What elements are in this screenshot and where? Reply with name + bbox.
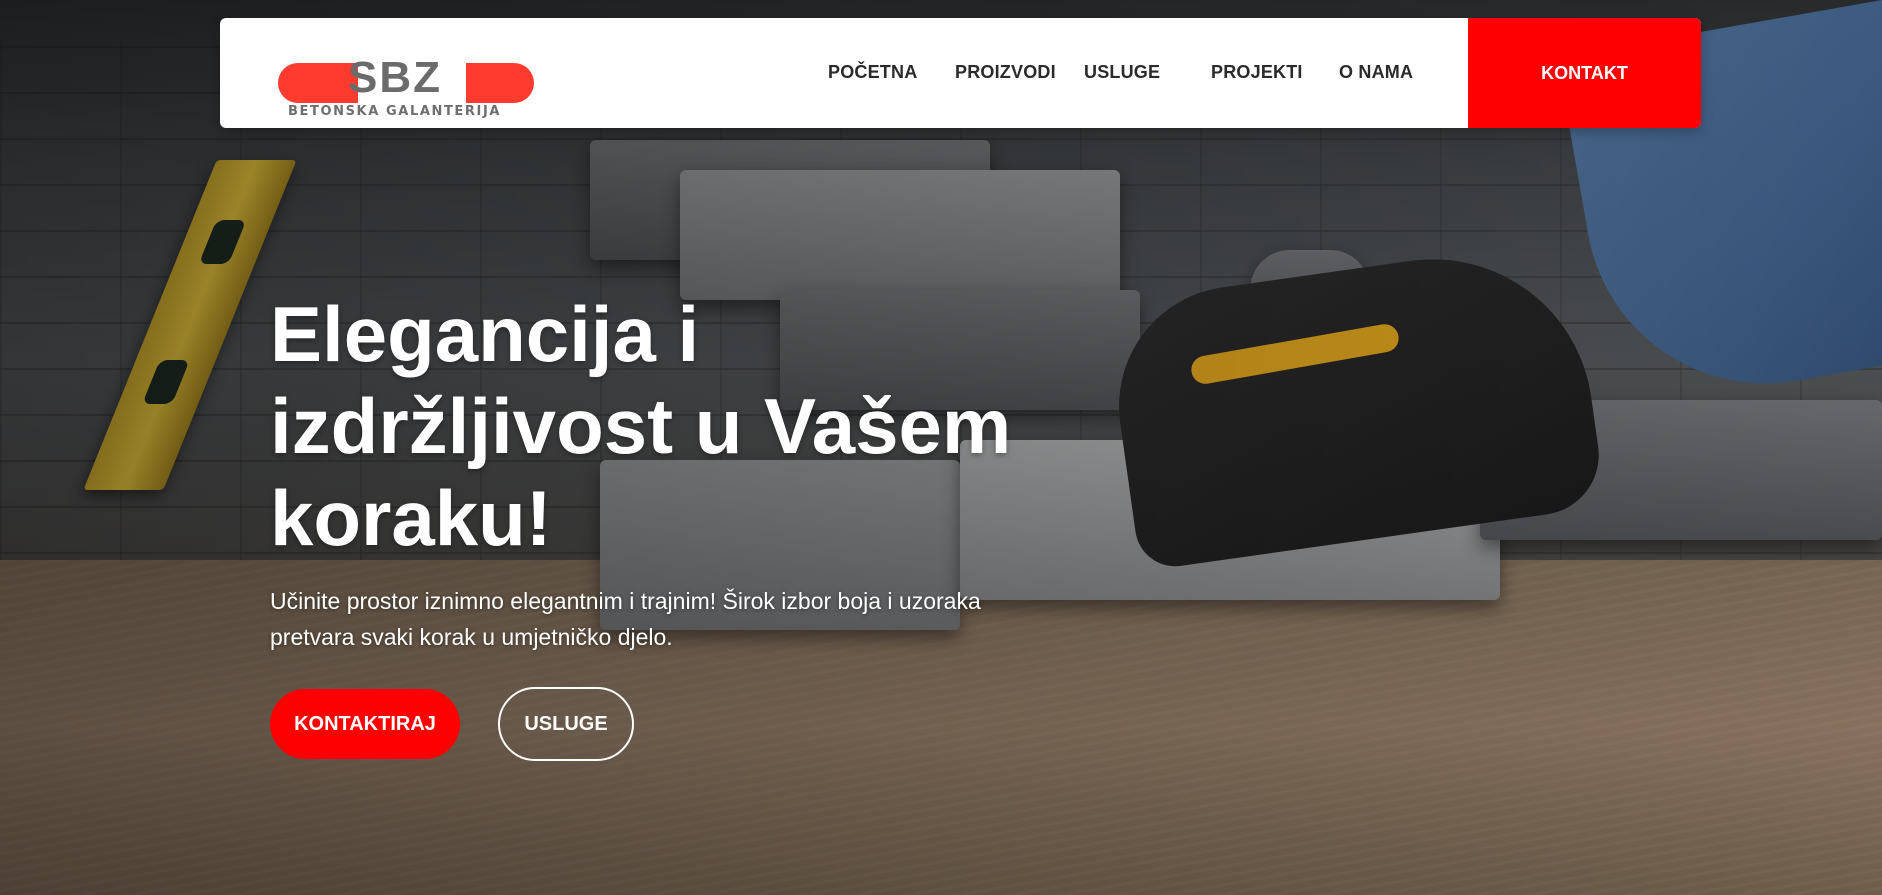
nav-item-projekti[interactable]: PROJEKTI xyxy=(1211,62,1303,83)
logo-subtitle: BETONSKA GALANTERIJA xyxy=(288,104,502,119)
hero-title-line: izdržljivost u Vašem xyxy=(270,382,1012,470)
nav-item-usluge[interactable]: USLUGE xyxy=(1084,62,1160,83)
logo[interactable]: SBZ BETONSKA GALANTERIJA xyxy=(278,40,534,119)
contact-button[interactable]: KONTAKT xyxy=(1468,18,1701,128)
logo-shape xyxy=(466,63,534,103)
hero-title: Elegancija i izdržljivost u Vašem koraku… xyxy=(270,288,1090,564)
hero-title-line: Elegancija i xyxy=(270,290,700,378)
contact-cta-button[interactable]: KONTAKTIRAJ xyxy=(270,689,460,759)
services-cta-button[interactable]: USLUGE xyxy=(498,687,634,761)
site-header: SBZ BETONSKA GALANTERIJA POČETNA PROIZVO… xyxy=(220,18,1701,128)
hero-title-line: koraku! xyxy=(270,474,552,562)
hero-description-line: pretvara svaki korak u umjetničko djelo. xyxy=(270,624,673,650)
hero-description: Učinite prostor iznimno elegantnim i tra… xyxy=(270,583,1040,655)
logo-shape xyxy=(278,63,358,103)
nav-item-proizvodi[interactable]: PROIZVODI xyxy=(955,62,1056,83)
nav-item-o-nama[interactable]: O NAMA xyxy=(1339,62,1413,83)
nav-item-pocetna[interactable]: POČETNA xyxy=(828,62,917,83)
logo-text: SBZ xyxy=(348,53,442,102)
hero-description-line: Učinite prostor iznimno elegantnim i tra… xyxy=(270,588,981,614)
